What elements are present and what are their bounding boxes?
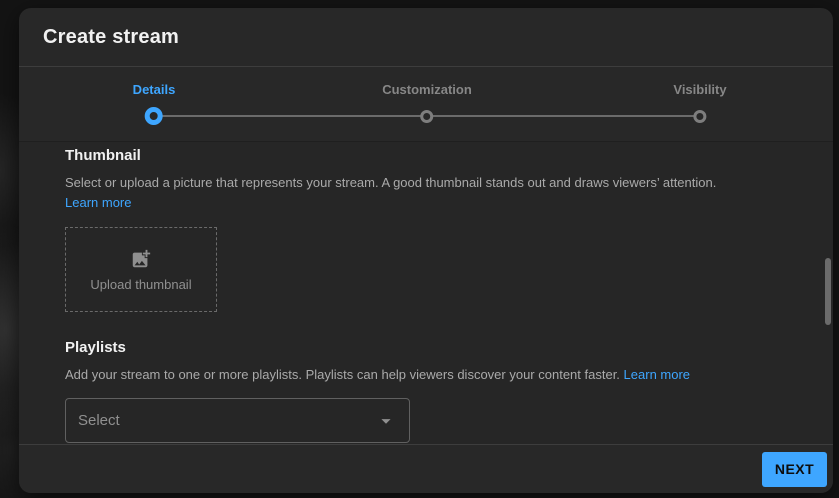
playlists-select[interactable]: Select [65, 398, 410, 443]
playlists-heading: Playlists [65, 339, 126, 356]
step-label-visibility: Visibility [673, 82, 727, 97]
playlists-select-value: Select [78, 412, 120, 429]
step-details[interactable]: Details [132, 67, 176, 125]
dialog-content: Thumbnail Select or upload a picture tha… [19, 142, 833, 444]
playlists-description-text: Add your stream to one or more playlists… [65, 367, 620, 382]
step-circle-details[interactable] [144, 107, 163, 125]
thumbnail-heading: Thumbnail [65, 147, 141, 164]
add-photo-icon [132, 249, 151, 267]
step-circle-visibility[interactable] [693, 110, 707, 123]
stepper: Details Customization Visibility [19, 67, 833, 142]
dialog-footer: NEXT [19, 444, 833, 493]
next-button[interactable]: NEXT [762, 451, 827, 487]
create-stream-dialog: Create stream Details Customization Visi… [19, 8, 833, 493]
upload-thumbnail-label: Upload thumbnail [90, 276, 192, 292]
dialog-header: Create stream [19, 8, 833, 67]
step-visibility[interactable]: Visibility [673, 67, 727, 123]
step-label-details: Details [132, 82, 176, 97]
thumbnail-description: Select or upload a picture that represen… [65, 173, 753, 213]
step-customization[interactable]: Customization [382, 67, 472, 123]
caret-down-icon [381, 418, 391, 424]
thumbnail-description-text: Select or upload a picture that represen… [65, 175, 717, 190]
dialog-title: Create stream [43, 25, 180, 48]
thumbnail-learn-more-link[interactable]: Learn more [65, 195, 131, 210]
step-label-customization: Customization [382, 82, 472, 97]
playlists-learn-more-link[interactable]: Learn more [624, 367, 690, 382]
step-circle-customization[interactable] [420, 110, 434, 123]
upload-thumbnail-button[interactable]: Upload thumbnail [65, 227, 217, 312]
playlists-description: Add your stream to one or more playlists… [65, 365, 753, 385]
scrollbar-thumb[interactable] [825, 258, 831, 325]
